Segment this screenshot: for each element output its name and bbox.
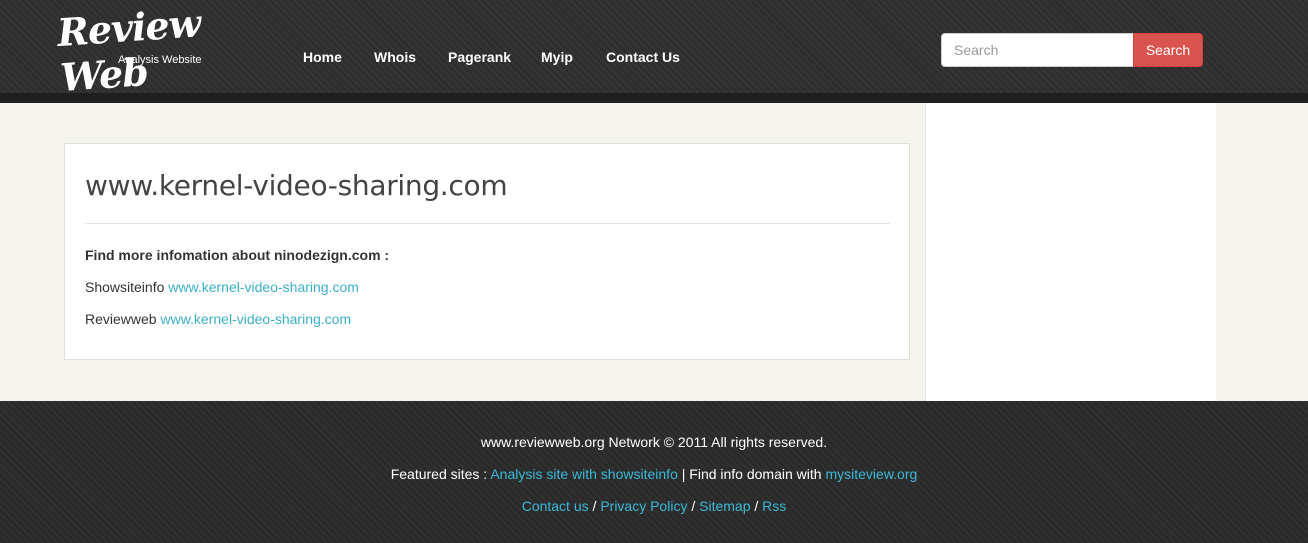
nav-whois[interactable]: Whois — [374, 49, 416, 65]
featured-prefix: Featured sites : — [390, 466, 488, 482]
nav-myip[interactable]: Myip — [541, 49, 573, 65]
logo-title: Review Web — [55, 0, 202, 100]
reviewweb-link[interactable]: www.kernel-video-sharing.com — [160, 311, 351, 327]
header-strip — [0, 93, 1308, 103]
footer-separator: / — [754, 498, 759, 514]
showsiteinfo-link[interactable]: www.kernel-video-sharing.com — [168, 279, 359, 295]
sidebar — [925, 103, 1216, 401]
info-label: Reviewweb — [85, 311, 157, 327]
footer-featured: Featured sites : Analysis site with show… — [0, 466, 1308, 482]
footer-copyright: www.reviewweb.org Network © 2011 All rig… — [480, 434, 828, 450]
logo-subtitle: Analysis Website — [118, 54, 202, 66]
featured-mid-text: | Find info domain with — [681, 466, 822, 482]
info-label: Showsiteinfo — [85, 279, 165, 295]
footer-sitemap-link[interactable]: Sitemap — [699, 498, 750, 514]
featured-mysiteview-link[interactable]: mysiteview.org — [825, 466, 917, 482]
info-line-showsiteinfo: Showsiteinfo www.kernel-video-sharing.co… — [85, 279, 359, 295]
footer-separator: / — [592, 498, 597, 514]
nav-contact-us[interactable]: Contact Us — [606, 49, 680, 65]
site-header: Review Web Analysis Website Home Whois P… — [0, 0, 1308, 103]
nav-home[interactable]: Home — [303, 49, 342, 65]
info-heading: Find more infomation about ninodezign.co… — [85, 247, 390, 263]
site-footer: www.reviewweb.org Network © 2011 All rig… — [0, 401, 1308, 543]
footer-separator: / — [691, 498, 696, 514]
footer-privacy-link[interactable]: Privacy Policy — [600, 498, 687, 514]
title-divider — [85, 223, 890, 224]
nav-pagerank[interactable]: Pagerank — [448, 49, 511, 65]
search-button[interactable]: Search — [1133, 33, 1203, 67]
content-panel: www.kernel-video-sharing.com Find more i… — [64, 143, 910, 360]
page-title: www.kernel-video-sharing.com — [85, 169, 508, 202]
featured-showsiteinfo-link[interactable]: Analysis site with showsiteinfo — [490, 466, 678, 482]
footer-rss-link[interactable]: Rss — [762, 498, 786, 514]
site-logo[interactable]: Review Web Analysis Website — [56, 0, 262, 100]
info-line-reviewweb: Reviewweb www.kernel-video-sharing.com — [85, 311, 351, 327]
search-input[interactable] — [941, 33, 1133, 67]
footer-links: Contact us / Privacy Policy / Sitemap / … — [0, 498, 1308, 514]
footer-contact-link[interactable]: Contact us — [522, 498, 589, 514]
